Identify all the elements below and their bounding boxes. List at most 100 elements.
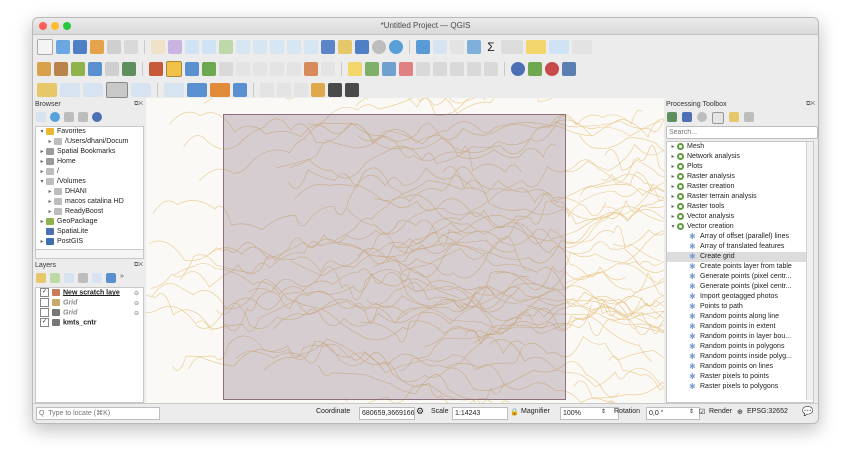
chevron-right-icon[interactable]: ▸ — [38, 217, 46, 227]
chevron-right-icon[interactable]: ▸ — [669, 172, 677, 182]
rotation-stepper-icon[interactable]: ⇕ — [689, 408, 694, 415]
processing-tool[interactable]: ✱ Array of offset (parallel) lines — [667, 232, 813, 242]
select-location-icon[interactable] — [106, 82, 128, 98]
history-icon[interactable] — [697, 112, 707, 122]
chevron-right-icon[interactable]: ▸ — [46, 197, 54, 207]
coordinate-field[interactable]: 680659,3669166 — [359, 407, 415, 420]
pan-to-selection-icon[interactable] — [168, 40, 182, 54]
label-cursor-icon[interactable] — [484, 62, 498, 76]
layer-item[interactable]: ✓ New scratch laye ⊖ — [36, 288, 143, 298]
add-vector-layer-icon[interactable] — [71, 62, 85, 76]
processing-tool[interactable]: ✱ Random points in layer bou... — [667, 332, 813, 342]
zoom-selection-icon[interactable] — [236, 40, 250, 54]
temporal-icon[interactable] — [372, 40, 386, 54]
help-icon[interactable] — [562, 62, 576, 76]
chevron-right-icon[interactable]: ▸ — [38, 167, 46, 177]
text-annotation-icon[interactable] — [260, 83, 274, 97]
measure-area-icon[interactable] — [187, 83, 207, 97]
pan-icon[interactable] — [151, 40, 165, 54]
add-wms-icon[interactable] — [122, 62, 136, 76]
info-icon[interactable] — [92, 112, 102, 122]
processing-toolbox-icon[interactable] — [467, 40, 481, 54]
show-hide-labels-icon[interactable] — [382, 62, 396, 76]
map-canvas[interactable] — [146, 98, 664, 403]
processing-tool[interactable]: ✱ Create points layer from table — [667, 262, 813, 272]
show-bookmarks-icon[interactable] — [355, 40, 369, 54]
browser-item[interactable]: ▸ Home — [36, 157, 143, 167]
new-project-icon[interactable] — [37, 39, 53, 55]
zoom-out-icon[interactable] — [202, 40, 216, 54]
zoom-next-icon[interactable] — [304, 40, 318, 54]
new-map-view-icon[interactable] — [321, 40, 335, 54]
render-checkbox[interactable]: ☑ — [699, 408, 705, 416]
processing-group[interactable]: ▸ Vector analysis — [667, 212, 813, 222]
filter-expression-icon[interactable] — [92, 273, 102, 283]
select-features-icon[interactable] — [37, 83, 57, 97]
layer-styling-icon[interactable] — [36, 273, 46, 283]
html-annotation-icon[interactable] — [277, 83, 291, 97]
chevron-right-icon[interactable]: ▸ — [669, 142, 677, 152]
processing-group[interactable]: ▸ Mesh — [667, 142, 813, 152]
messages-icon[interactable]: 💬 — [802, 406, 813, 417]
chevron-right-icon[interactable]: ▸ — [38, 147, 46, 157]
collapse-all-icon[interactable] — [78, 112, 88, 122]
chevron-right-icon[interactable]: ▸ — [38, 157, 46, 167]
chevron-right-icon[interactable]: ▸ — [46, 207, 54, 217]
statistics-icon[interactable]: Σ — [484, 40, 498, 54]
layer-item[interactable]: Grid ⊖ — [36, 298, 143, 308]
current-edits-icon[interactable] — [149, 62, 163, 76]
processing-tool[interactable]: ✱ Generate points (pixel centr... — [667, 282, 813, 292]
zoom-last-icon[interactable] — [287, 40, 301, 54]
chevron-right-icon[interactable]: ▸ — [46, 187, 54, 197]
change-label-icon[interactable] — [433, 62, 447, 76]
processing-tool[interactable]: ✱ Points to path — [667, 302, 813, 312]
scale-field[interactable]: 1:14243 — [452, 407, 508, 420]
magnifier-field[interactable]: 100% — [560, 407, 619, 420]
processing-search-input[interactable] — [666, 126, 818, 139]
processing-group[interactable]: ▸ Plots — [667, 162, 813, 172]
open-project-icon[interactable] — [56, 40, 70, 54]
browser-item[interactable]: ▸ PostGIS — [36, 237, 143, 247]
attribute-table-icon[interactable] — [433, 40, 447, 54]
browser-item[interactable]: ▸ ReadyBoost — [36, 207, 143, 217]
chevron-right-icon[interactable]: ▸ — [669, 162, 677, 172]
add-selected-layers-icon[interactable] — [36, 112, 46, 122]
browser-item[interactable]: ▸ GeoPackage — [36, 217, 143, 227]
georef-icon[interactable] — [345, 83, 359, 97]
filter-legend-icon[interactable] — [78, 273, 88, 283]
cut-features-icon[interactable] — [253, 62, 267, 76]
processing-tool[interactable]: ✱ Random points along line — [667, 312, 813, 322]
processing-group[interactable]: ▾ Vector creation — [667, 222, 813, 232]
browser-item[interactable]: ▾ Favorites — [36, 127, 143, 137]
options-icon[interactable] — [744, 112, 754, 122]
browser-item[interactable]: ▾ /Volumes — [36, 177, 143, 187]
measure-line-icon[interactable] — [164, 83, 184, 97]
move-label-icon[interactable] — [399, 62, 413, 76]
zoom-native-icon[interactable] — [270, 40, 284, 54]
processing-group[interactable]: ▸ Raster creation — [667, 182, 813, 192]
processing-group[interactable]: ▸ Raster analysis — [667, 172, 813, 182]
zoom-layer-icon[interactable] — [253, 40, 267, 54]
layer-visibility-checkbox[interactable] — [40, 298, 49, 307]
select-by-value-icon[interactable] — [60, 83, 80, 97]
copy-features-icon[interactable] — [270, 62, 284, 76]
panel-float-close-icon[interactable]: ⧉✕ — [806, 101, 815, 108]
deselect-icon[interactable] — [131, 83, 151, 97]
processing-tool[interactable]: ✱ Generate points (pixel centr... — [667, 272, 813, 282]
chevron-right-icon[interactable]: ▸ — [669, 182, 677, 192]
map-tips-icon[interactable] — [526, 40, 546, 54]
color-wheel-icon[interactable] — [545, 62, 559, 76]
scripts-icon[interactable] — [682, 112, 692, 122]
more-icon[interactable]: » — [120, 273, 124, 283]
browser-item[interactable]: SpatiaLite — [36, 227, 143, 237]
expand-all-icon[interactable] — [106, 273, 116, 283]
save-edits-icon[interactable] — [185, 62, 199, 76]
toggle-editing-icon[interactable] — [166, 61, 182, 77]
layer-item[interactable]: ✓ kmts_cntr — [36, 318, 143, 328]
processing-scrollbar[interactable] — [806, 142, 813, 400]
processing-tool[interactable]: ✱ Random points on lines — [667, 362, 813, 372]
form-annotation-icon[interactable] — [311, 83, 325, 97]
redo-icon[interactable] — [321, 62, 335, 76]
processing-tool[interactable]: ✱ Create grid — [667, 252, 813, 262]
panel-float-close-icon[interactable]: ⧉✕ — [134, 262, 143, 269]
